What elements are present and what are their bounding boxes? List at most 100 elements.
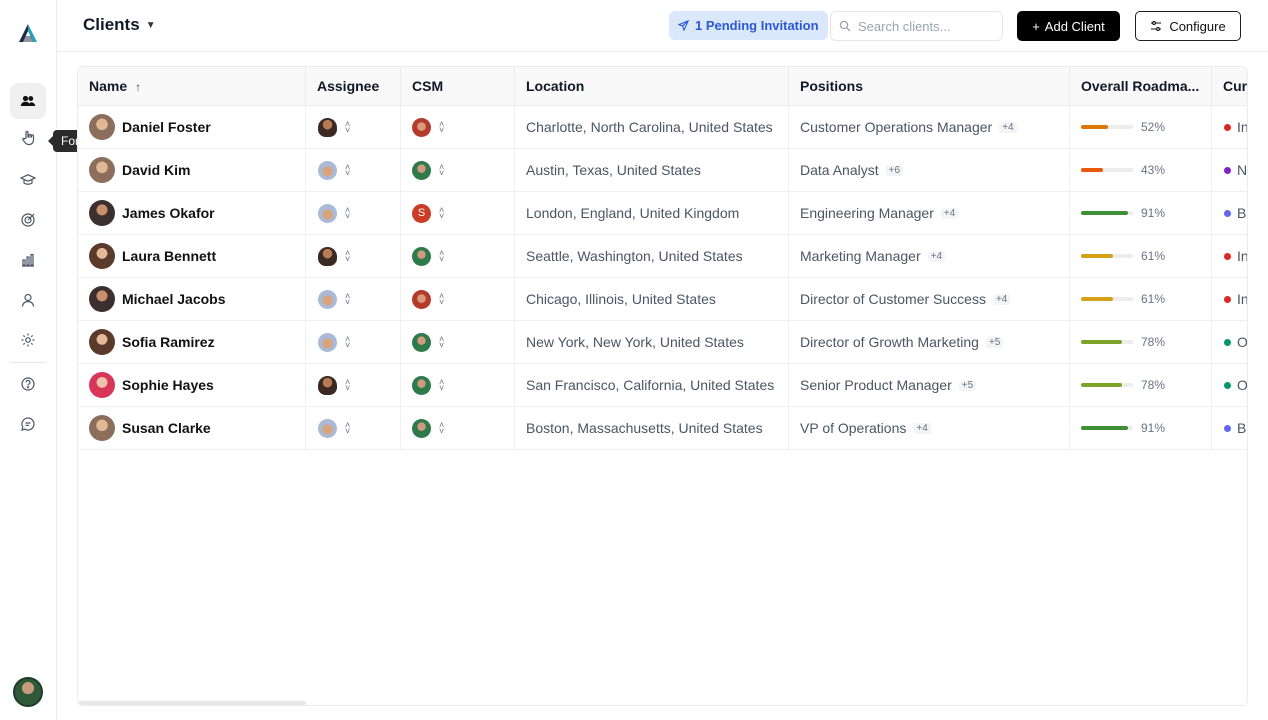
search-input[interactable] bbox=[858, 18, 993, 34]
chevron-up-down-icon: ˄ ˅ bbox=[439, 334, 445, 350]
more-positions-badge[interactable]: +4 bbox=[999, 121, 1017, 133]
progress-label: 78% bbox=[1141, 378, 1166, 392]
more-positions-badge[interactable]: +4 bbox=[913, 422, 931, 434]
column-header-positions[interactable]: Positions bbox=[789, 67, 1070, 106]
csm-cell[interactable]: ˄ ˅ bbox=[401, 321, 515, 363]
name-cell[interactable]: James Okafor bbox=[78, 192, 306, 234]
more-positions-badge[interactable]: +5 bbox=[958, 379, 977, 391]
nav-learning[interactable] bbox=[10, 162, 46, 198]
assignee-cell[interactable]: ˄ ˅ bbox=[306, 321, 401, 363]
configure-button[interactable]: Configure bbox=[1135, 11, 1241, 41]
pending-invitation-button[interactable]: 1 Pending Invitation bbox=[669, 11, 828, 40]
assignee-avatar bbox=[318, 418, 337, 438]
csm-cell[interactable]: ˄ ˅ bbox=[401, 106, 515, 148]
name-cell[interactable]: Sofia Ramirez bbox=[78, 321, 306, 363]
status-dot bbox=[1224, 295, 1231, 303]
nav-help[interactable] bbox=[10, 366, 46, 402]
roadmap-progress-cell: 78% bbox=[1070, 321, 1212, 363]
add-client-label: Add Client bbox=[1044, 18, 1105, 34]
table-row[interactable]: James Okafor ˄ ˅ S ˄ ˅ London, England, United… bbox=[78, 192, 1247, 235]
caret-down-icon: ▼ bbox=[145, 19, 156, 31]
location-cell: Austin, Texas, United States bbox=[515, 149, 789, 191]
progress-bar bbox=[1081, 254, 1133, 258]
assignee-cell[interactable]: ˄ ˅ bbox=[306, 149, 401, 191]
nav-analytics[interactable] bbox=[10, 242, 46, 278]
name-cell[interactable]: Daniel Foster bbox=[78, 106, 306, 148]
client-avatar bbox=[89, 200, 115, 226]
table-row[interactable]: Sofia Ramirez ˄ ˅ ˄ ˅ New York, New York, Uni… bbox=[78, 321, 1247, 364]
nav-goals[interactable] bbox=[10, 202, 46, 238]
more-positions-badge[interactable]: +5 bbox=[985, 336, 1004, 348]
csm-avatar bbox=[412, 160, 431, 180]
user-avatar[interactable] bbox=[13, 677, 43, 707]
search-box[interactable] bbox=[830, 11, 1003, 41]
nav-settings[interactable] bbox=[10, 322, 46, 358]
assignee-cell[interactable]: ˄ ˅ bbox=[306, 278, 401, 320]
csm-cell[interactable]: ˄ ˅ bbox=[401, 407, 515, 449]
client-avatar bbox=[89, 372, 115, 398]
name-cell[interactable]: Susan Clarke bbox=[78, 407, 306, 449]
more-positions-badge[interactable]: +4 bbox=[940, 207, 959, 219]
nav-forms[interactable] bbox=[10, 120, 46, 156]
table-row[interactable]: Susan Clarke ˄ ˅ ˄ ˅ Boston, Massachusetts, U… bbox=[78, 407, 1247, 450]
status-cell: In bbox=[1212, 106, 1247, 148]
progress-bar bbox=[1081, 125, 1133, 129]
table-row[interactable]: Daniel Foster ˄ ˅ ˄ ˅ Charlotte, North Caroli… bbox=[78, 106, 1247, 149]
location-cell: Chicago, Illinois, United States bbox=[515, 278, 789, 320]
roadmap-progress-cell: 91% bbox=[1070, 407, 1212, 449]
table-row[interactable]: David Kim ˄ ˅ ˄ ˅ Austin, Texas, United State… bbox=[78, 149, 1247, 192]
horizontal-scrollbar[interactable] bbox=[78, 701, 306, 705]
table-row[interactable]: Michael Jacobs ˄ ˅ ˄ ˅ Chicago, Illinois, Uni… bbox=[78, 278, 1247, 321]
column-label: Location bbox=[526, 78, 585, 94]
status-dot bbox=[1224, 209, 1231, 217]
progress-fill bbox=[1081, 125, 1109, 129]
column-header-csm[interactable]: CSM bbox=[401, 67, 515, 106]
pending-invitation-label: 1 Pending Invitation bbox=[695, 18, 819, 33]
position-title: Director of Customer Success bbox=[800, 291, 986, 307]
column-header-roadmap[interactable]: Overall Roadma... bbox=[1070, 67, 1212, 106]
nav-clients[interactable] bbox=[10, 83, 46, 119]
client-name: Sophie Hayes bbox=[122, 377, 214, 393]
csm-cell[interactable]: ˄ ˅ bbox=[401, 278, 515, 320]
name-cell[interactable]: Laura Bennett bbox=[78, 235, 306, 277]
name-cell[interactable]: David Kim bbox=[78, 149, 306, 191]
sort-arrow-up-icon: ↑ bbox=[135, 80, 142, 94]
search-icon bbox=[839, 20, 851, 32]
chat-icon bbox=[21, 417, 35, 431]
page-title-dropdown[interactable]: Clients ▼ bbox=[83, 15, 156, 35]
csm-cell[interactable]: ˄ ˅ bbox=[401, 364, 515, 406]
csm-cell[interactable]: ˄ ˅ bbox=[401, 235, 515, 277]
assignee-cell[interactable]: ˄ ˅ bbox=[306, 235, 401, 277]
configure-label: Configure bbox=[1169, 18, 1226, 34]
header: Clients ▼ 1 Pending Invitation + Add Cli… bbox=[57, 0, 1268, 52]
assignee-cell[interactable]: ˄ ˅ bbox=[306, 106, 401, 148]
chevron-up-down-icon: ˄ ˅ bbox=[345, 205, 351, 221]
assignee-cell[interactable]: ˄ ˅ bbox=[306, 407, 401, 449]
csm-cell[interactable]: S ˄ ˅ bbox=[401, 192, 515, 234]
column-header-assignee[interactable]: Assignee bbox=[306, 67, 401, 106]
gear-icon bbox=[21, 333, 35, 347]
csm-cell[interactable]: ˄ ˅ bbox=[401, 149, 515, 191]
nav-profile[interactable] bbox=[10, 282, 46, 318]
column-header-current[interactable]: Curr bbox=[1212, 67, 1248, 106]
name-cell[interactable]: Michael Jacobs bbox=[78, 278, 306, 320]
status-dot bbox=[1224, 338, 1231, 346]
more-positions-badge[interactable]: +4 bbox=[992, 293, 1011, 305]
more-positions-badge[interactable]: +4 bbox=[927, 250, 946, 262]
roadmap-progress-cell: 61% bbox=[1070, 235, 1212, 277]
progress-bar bbox=[1081, 168, 1133, 172]
table-row[interactable]: Sophie Hayes ˄ ˅ ˄ ˅ San Francisco, Californi… bbox=[78, 364, 1247, 407]
assignee-cell[interactable]: ˄ ˅ bbox=[306, 364, 401, 406]
column-label: Overall Roadma... bbox=[1081, 78, 1200, 94]
column-header-name[interactable]: Name ↑ bbox=[78, 67, 306, 106]
assignee-cell[interactable]: ˄ ˅ bbox=[306, 192, 401, 234]
column-label: Curr bbox=[1223, 78, 1248, 94]
name-cell[interactable]: Sophie Hayes bbox=[78, 364, 306, 406]
more-positions-badge[interactable]: +6 bbox=[885, 164, 904, 176]
add-client-button[interactable]: + Add Client bbox=[1017, 11, 1120, 41]
positions-cell: Director of Growth Marketing +5 bbox=[789, 321, 1070, 363]
location-cell: Seattle, Washington, United States bbox=[515, 235, 789, 277]
nav-chat[interactable] bbox=[10, 406, 46, 442]
table-row[interactable]: Laura Bennett ˄ ˅ ˄ ˅ Seattle, Washington, Un… bbox=[78, 235, 1247, 278]
column-header-location[interactable]: Location bbox=[515, 67, 789, 106]
